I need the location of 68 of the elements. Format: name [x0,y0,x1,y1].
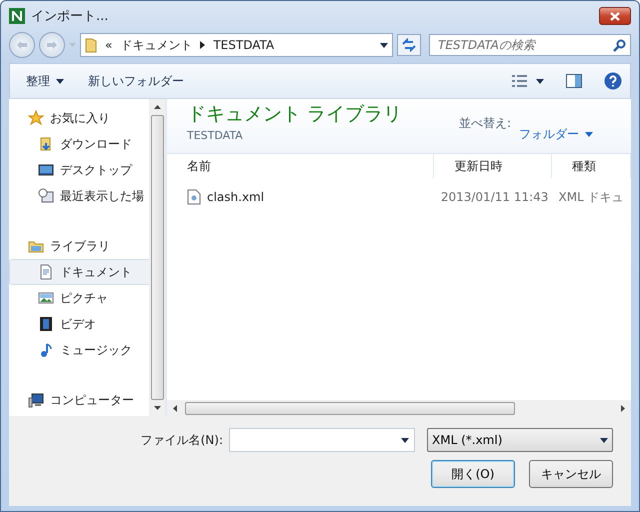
column-header[interactable]: 種類 [552,154,631,178]
nav-item[interactable]: コンピューター [9,387,149,413]
caret-icon [536,78,544,84]
nav-item[interactable]: お気に入り [9,105,149,131]
nav-item[interactable]: ドキュメント [9,259,149,285]
caret-icon [401,438,409,443]
organize-menu[interactable]: 整理 [18,68,72,94]
scroll-left-icon[interactable] [173,404,177,412]
refresh-arrows-icon [401,38,417,52]
caret-icon [56,78,64,84]
file-row[interactable]: clash.xml 2013/01/11 11:43 XML ドキュ [167,186,631,208]
filename-label: ファイル名(N): [140,432,223,448]
vertical-scrollbar[interactable] [149,99,165,416]
computer-icon [28,392,44,408]
scroll-down-icon[interactable] [154,406,160,410]
star-icon [28,110,44,126]
film-icon [38,316,54,332]
search-field[interactable]: TESTDATAの検索 [429,34,631,56]
refresh-button[interactable] [397,34,421,56]
open-button[interactable]: 開く(O) [431,460,515,488]
cancel-button[interactable]: キャンセル [529,460,613,488]
nav-item[interactable]: ミュージック [9,337,149,363]
column-header[interactable]: 名前 [167,154,434,178]
table-cell-text: 2013/01/11 11:43 [440,190,550,204]
folder-icon [85,37,97,53]
nav-item[interactable]: ダウンロード [9,131,149,157]
caret-icon [585,132,593,136]
new-folder-button[interactable]: 新しいフォルダー [80,68,192,94]
xml-file-icon [187,189,201,205]
music-note-icon [38,342,54,358]
breadcrumb-overflow[interactable]: « [105,38,112,52]
app-logo-icon [9,8,25,24]
scroll-up-icon[interactable] [154,104,160,109]
caret-icon [600,438,608,442]
window-title: インポート... [31,8,110,25]
monitor-icon [38,162,54,178]
nav-item[interactable]: ビデオ [9,311,149,337]
scroll-right-icon[interactable] [621,404,625,412]
close-icon [610,12,620,20]
library-title: ドキュメント ライブラリ [187,102,404,127]
view-list-icon[interactable] [512,75,528,87]
nav-item[interactable]: ピクチャ [9,285,149,311]
nav-item[interactable]: ライブラリ [9,233,149,259]
library-subtitle: TESTDATA [187,129,244,142]
picture-icon [38,290,54,306]
preview-pane-icon[interactable] [566,74,582,88]
sort-dropdown[interactable]: フォルダー [519,115,593,153]
forward-arrow-icon [46,40,58,50]
column-header[interactable]: 更新日時 [434,154,552,178]
file-type-dropdown[interactable]: XML (*.xml) [427,428,613,452]
back-arrow-icon [16,40,28,50]
breadcrumb[interactable]: ドキュメント [120,36,192,54]
search-icon [613,39,626,52]
sort-label: 並べ替え: [458,115,511,132]
help-icon[interactable] [604,72,622,90]
recent-places-icon [38,188,54,204]
dropdown-caret-icon[interactable] [380,42,388,48]
chevron-icon [200,41,206,49]
horizontal-scrollbar[interactable] [167,400,631,416]
breadcrumb[interactable]: TESTDATA [213,38,274,52]
table-cell-text: XML ドキュ [558,188,625,206]
filename-field[interactable] [229,428,415,452]
close-button[interactable] [599,7,631,25]
address-bar[interactable]: « ドキュメント TESTDATA [80,33,393,57]
nav-item[interactable]: デスクトップ [9,157,149,183]
file-name: clash.xml [207,190,264,204]
document-icon [38,264,54,280]
nav-item[interactable]: 最近表示した場 [9,183,149,209]
